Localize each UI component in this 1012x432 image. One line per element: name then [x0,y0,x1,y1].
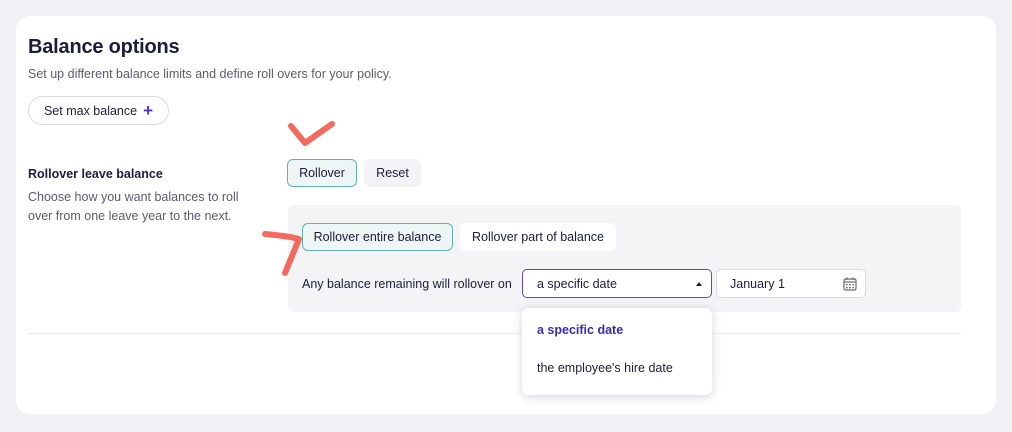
rollover-section-description: Choose how you want balances to roll ove… [28,190,239,223]
rollover-date-input[interactable]: January 1 [716,269,866,298]
page-subtitle: Set up different balance limits and defi… [28,67,392,81]
tab-rollover[interactable]: Rollover [287,159,357,187]
tab-reset[interactable]: Reset [364,159,421,187]
dropdown-option-specific-date[interactable]: a specific date [537,323,623,337]
plus-icon: + [143,101,154,120]
date-type-dropdown-menu: a specific date the employee's hire date [522,308,712,395]
tab-reset-label: Reset [376,166,409,180]
caret-up-icon [696,282,702,286]
section-divider [28,333,961,334]
rollover-on-label: Any balance remaining will rollover on [302,277,512,291]
rollover-section-label: Rollover leave balance [28,167,163,181]
annotation-arrow-icon [262,231,302,276]
date-type-select[interactable]: a specific date [522,269,712,298]
dropdown-option-hire-date[interactable]: the employee's hire date [537,361,673,375]
tab-rollover-part-of-balance[interactable]: Rollover part of balance [460,223,616,251]
set-max-balance-button[interactable]: Set max balance + [28,96,169,125]
set-max-balance-label: Set max balance [43,103,138,118]
rollover-date-value: January 1 [730,276,785,291]
annotation-check-icon [288,121,335,146]
tab-rollover-label: Rollover [299,166,345,180]
tab-rollover-entire-balance[interactable]: Rollover entire balance [302,223,453,251]
tab-rollover-entire-balance-label: Rollover entire balance [313,230,442,244]
tab-rollover-part-of-balance-label: Rollover part of balance [471,230,605,244]
page-title: Balance options [28,36,180,58]
calendar-icon[interactable] [843,277,857,291]
date-type-select-value: a specific date [537,276,617,291]
